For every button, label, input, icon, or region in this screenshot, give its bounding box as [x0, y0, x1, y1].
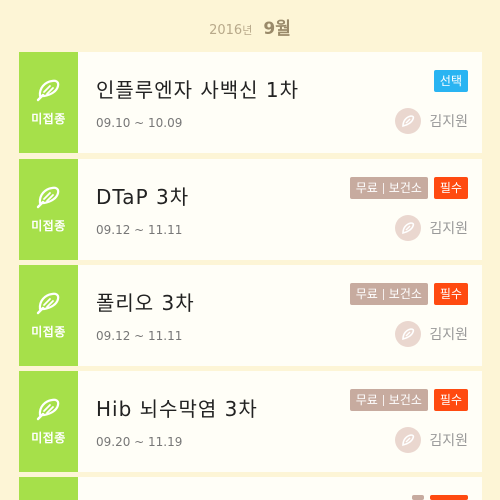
avatar	[395, 215, 422, 241]
vaccine-title: Hib 뇌수막염 3차	[96, 397, 258, 421]
badge-group	[412, 495, 468, 500]
free-health-center-badge: 무료 보건소	[349, 283, 428, 305]
syringe-icon	[402, 115, 415, 127]
person-info: 김지원	[395, 321, 468, 347]
free-label: 무료	[355, 393, 378, 407]
badge-group: 무료 보건소 필수	[349, 177, 468, 199]
person-info: 김지원	[395, 427, 468, 453]
person-name: 김지원	[429, 221, 468, 237]
avatar	[395, 427, 422, 453]
date-range: 09.12 ~ 11.11	[96, 223, 183, 237]
person-info: 김지원	[395, 215, 468, 241]
date-range: 09.20 ~ 11.19	[96, 435, 183, 449]
status-panel: 미접종	[19, 265, 78, 366]
syringe-icon	[402, 222, 415, 234]
vaccine-card[interactable]: 미접종 DTaP 3차 09.12 ~ 11.11 무료 보건소 필수 김지원	[19, 159, 482, 260]
person-name: 김지원	[429, 433, 468, 449]
vaccine-title: 인플루엔자 사백신 1차	[96, 78, 300, 102]
free-label: 무료	[355, 181, 378, 195]
status-label: 미접종	[31, 112, 66, 126]
status-panel: 미접종	[19, 52, 78, 153]
vaccine-card[interactable]: 미접종 인플루엔자 사백신 1차 09.10 ~ 10.09 선택 김지원	[19, 52, 482, 153]
free-label: 무료	[355, 287, 378, 301]
avatar	[395, 108, 422, 134]
avatar	[395, 321, 422, 347]
person-name: 김지원	[429, 327, 468, 343]
status-panel: 미접종	[19, 159, 78, 260]
person-info: 김지원	[395, 108, 468, 134]
vaccine-leaf-icon	[36, 292, 59, 315]
required-badge: 필수	[433, 389, 468, 411]
syringe-icon	[402, 434, 415, 446]
vaccine-title: DTaP 3차	[96, 185, 190, 209]
status-panel: 미접종	[19, 371, 78, 472]
year-label: 2016	[209, 23, 243, 38]
free-health-center-badge: 무료 보건소	[349, 177, 428, 199]
vaccine-card[interactable]: 미접종 폴리오 3차 09.12 ~ 11.11 무료 보건소 필수 김지원	[19, 265, 482, 366]
badge-group: 무료 보건소 필수	[349, 389, 468, 411]
health-center-label: 보건소	[388, 287, 422, 301]
health-center-label: 보건소	[388, 393, 422, 407]
status-label: 미접종	[31, 325, 66, 339]
year-unit-label: 년	[242, 24, 253, 37]
date-range: 09.10 ~ 10.09	[96, 116, 183, 130]
month-header: 2016년 9월	[0, 14, 500, 39]
vaccine-leaf-icon	[36, 186, 59, 209]
status-label: 미접종	[31, 431, 66, 445]
badge-group: 무료 보건소 필수	[349, 283, 468, 305]
required-badge: 필수	[433, 177, 468, 199]
vaccine-title: 폴리오 3차	[96, 291, 195, 315]
vaccine-card[interactable]: 미접종 Hib 뇌수막염 3차 09.20 ~ 11.19 무료 보건소 필수 김…	[19, 371, 482, 472]
badge-group: 선택	[433, 70, 468, 92]
person-name: 김지원	[429, 114, 468, 130]
vaccine-card-partial[interactable]	[19, 477, 482, 500]
month-label: 9월	[263, 19, 291, 39]
vaccine-leaf-icon	[36, 79, 59, 102]
health-center-label: 보건소	[388, 181, 422, 195]
date-range: 09.12 ~ 11.11	[96, 329, 183, 343]
free-health-center-badge	[412, 495, 424, 500]
free-health-center-badge: 무료 보건소	[349, 389, 428, 411]
status-label: 미접종	[31, 219, 66, 233]
syringe-icon	[402, 328, 415, 340]
required-badge	[430, 495, 468, 500]
optional-badge: 선택	[433, 70, 468, 92]
required-badge: 필수	[433, 283, 468, 305]
vaccine-leaf-icon	[36, 398, 59, 421]
status-panel	[19, 477, 78, 500]
